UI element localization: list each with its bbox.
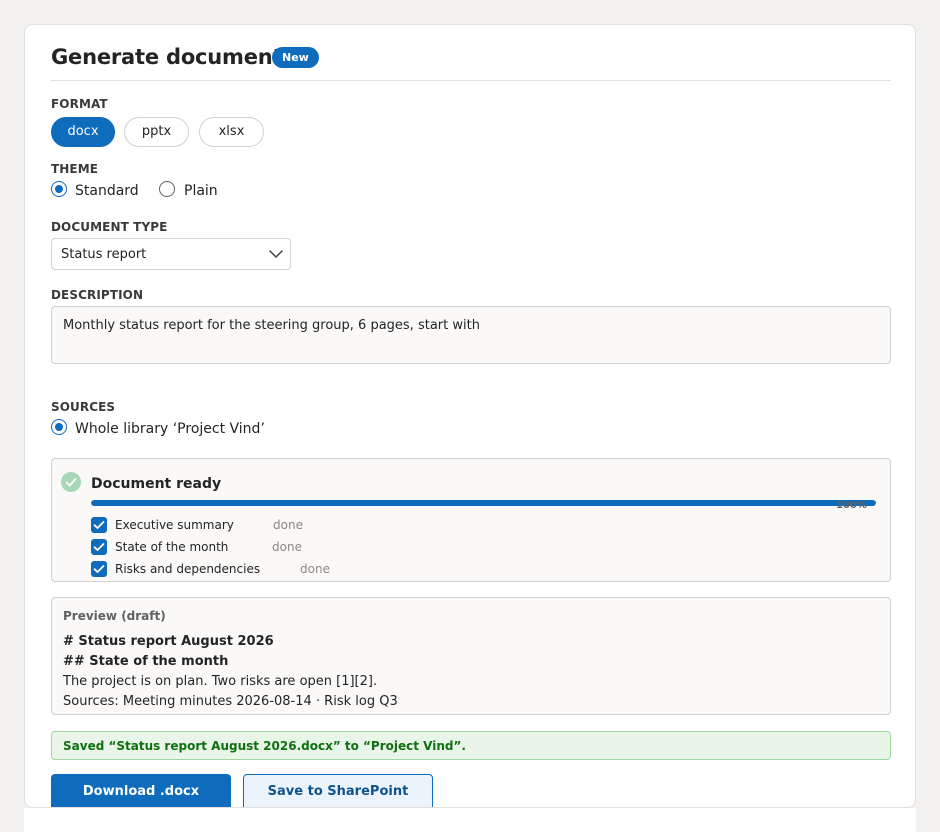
theme-standard-radio[interactable] — [51, 181, 67, 197]
preview-sources-text: Sources: Meeting minutes 2026-08-14 · Ri… — [63, 694, 398, 709]
checkbox-checked-icon — [91, 561, 107, 577]
progress-bar — [91, 500, 876, 506]
chevron-down-icon — [269, 250, 283, 258]
checkmark-circle-icon — [61, 472, 81, 492]
progress-bar-fill — [91, 500, 876, 506]
theme-plain-radio[interactable] — [159, 181, 175, 197]
step-status: done — [272, 540, 302, 554]
page-title: Generate document — [51, 45, 283, 69]
format-label: FORMAT — [51, 97, 108, 111]
step-status: done — [273, 518, 303, 532]
document-type-label: DOCUMENT TYPE — [51, 220, 168, 234]
format-option-pptx[interactable]: pptx — [124, 117, 189, 147]
download-docx-button[interactable]: Download .docx — [51, 774, 231, 807]
description-label: DESCRIPTION — [51, 288, 144, 302]
checkbox-checked-icon — [91, 539, 107, 555]
step-name: State of the month — [115, 540, 229, 554]
step-name: Executive summary — [115, 518, 234, 532]
preview-heading-2: ## State of the month — [63, 654, 229, 669]
document-type-value: Status report — [61, 247, 147, 262]
description-input[interactable]: Monthly status report for the steering g… — [51, 306, 891, 364]
preview-heading-1: # Status report August 2026 — [63, 634, 274, 649]
success-message: Saved “Status report August 2026.docx” t… — [63, 739, 466, 753]
preview-label: Preview (draft) — [63, 609, 166, 623]
step-name: Risks and dependencies — [115, 562, 261, 576]
new-badge: New — [272, 47, 319, 68]
theme-standard-label[interactable]: Standard — [75, 183, 139, 199]
bottom-strip — [24, 808, 916, 832]
theme-plain-label[interactable]: Plain — [184, 183, 218, 199]
step-item: Risks and dependencies done — [91, 561, 491, 579]
sources-label: SOURCES — [51, 400, 116, 414]
card-header: Generate document New — [51, 43, 891, 81]
generation-status-panel: Document ready 100% Executive summary do… — [51, 458, 891, 582]
source-whole-library-label[interactable]: Whole library ‘Project Vind’ — [75, 421, 265, 437]
generate-document-card: Generate document New FORMAT docx pptx x… — [24, 24, 916, 808]
status-title: Document ready — [91, 476, 222, 492]
format-option-docx[interactable]: docx — [51, 117, 115, 147]
success-message-bar: Saved “Status report August 2026.docx” t… — [51, 731, 891, 760]
format-option-xlsx[interactable]: xlsx — [199, 117, 264, 147]
theme-label: THEME — [51, 162, 99, 176]
step-item: Executive summary done — [91, 517, 491, 535]
step-status: done — [300, 562, 330, 576]
checkbox-checked-icon — [91, 517, 107, 533]
save-to-sharepoint-button[interactable]: Save to SharePoint — [243, 774, 433, 807]
progress-percent: 100% — [836, 500, 867, 511]
preview-body-text: The project is on plan. Two risks are op… — [63, 674, 378, 689]
step-item: State of the month done — [91, 539, 491, 557]
preview-panel: Preview (draft) # Status report August 2… — [51, 597, 891, 715]
source-whole-library-radio[interactable] — [51, 419, 67, 435]
description-text: Monthly status report for the steering g… — [63, 318, 480, 333]
document-type-select[interactable]: Status report — [51, 238, 291, 270]
